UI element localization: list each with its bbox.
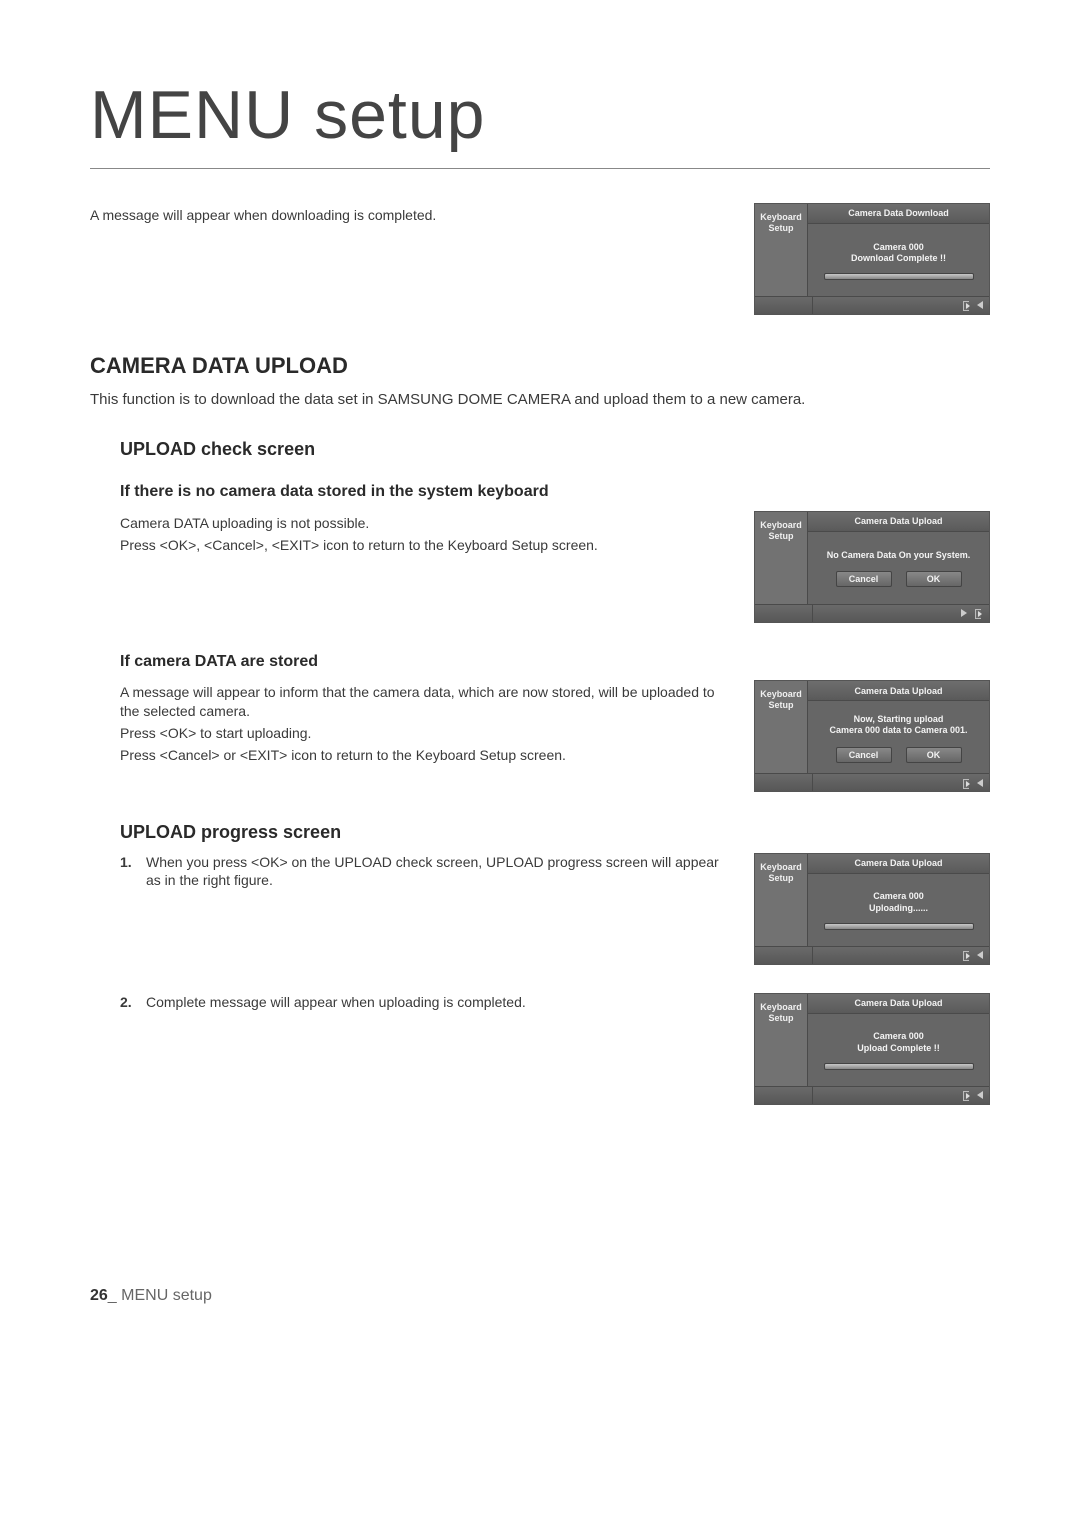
progress-step2-row: 2. Complete message will appear when upl…: [90, 993, 990, 1105]
data-stored-line: Press <Cancel> or <EXIT> icon to return …: [120, 746, 724, 765]
data-stored-row: A message will appear to inform that the…: [90, 680, 990, 792]
step-text: Complete message will appear when upload…: [146, 993, 526, 1012]
mini-progress-bar: [824, 1063, 974, 1070]
mini-sidebar-line: Setup: [759, 531, 803, 542]
data-stored-line: A message will appear to inform that the…: [120, 683, 724, 721]
mini-sidebar-line: Setup: [759, 873, 803, 884]
mini-footer: [755, 773, 989, 791]
arrow-left-icon[interactable]: [977, 301, 983, 309]
arrow-left-icon[interactable]: [977, 951, 983, 959]
mini-footer: [755, 946, 989, 964]
mini-footer: [755, 604, 989, 622]
mini-message: No Camera Data On your System.: [827, 550, 971, 562]
no-data-row: Camera DATA uploading is not possible. P…: [90, 511, 990, 623]
mini-sidebar-line: Keyboard: [759, 520, 803, 531]
step-item: 2. Complete message will appear when upl…: [120, 993, 724, 1012]
mini-upload-nodata: Keyboard Setup Camera Data Upload No Cam…: [754, 511, 990, 623]
mini-message-line: Camera 000: [851, 242, 946, 254]
footer-label: MENU setup: [121, 1287, 212, 1304]
mini-message-line: Uploading......: [869, 903, 928, 915]
mini-sidebar-line: Setup: [759, 223, 803, 234]
exit-icon[interactable]: [973, 608, 983, 618]
progress-step1-row: 1. When you press <OK> on the UPLOAD che…: [90, 853, 990, 965]
mini-sidebar: Keyboard Setup: [755, 204, 807, 296]
mini-sidebar-line: Keyboard: [759, 862, 803, 873]
no-data-line: Press <OK>, <Cancel>, <EXIT> icon to ret…: [120, 536, 724, 555]
mini-sidebar-line: Setup: [759, 1013, 803, 1024]
mini-sidebar-line: Keyboard: [759, 212, 803, 223]
data-stored-line: Press <OK> to start uploading.: [120, 724, 724, 743]
step-item: 1. When you press <OK> on the UPLOAD che…: [120, 853, 724, 891]
step-number: 1.: [120, 853, 138, 891]
download-complete-text: A message will appear when downloading i…: [90, 206, 724, 225]
ok-button[interactable]: OK: [906, 747, 962, 763]
mini-sidebar-line: Keyboard: [759, 1002, 803, 1013]
mini-sidebar: Keyboard Setup: [755, 854, 807, 946]
mini-message: Now, Starting upload Camera 000 data to …: [829, 714, 967, 737]
mini-message: Camera 000 Upload Complete !!: [857, 1031, 940, 1054]
mini-message-line: Camera 000: [869, 891, 928, 903]
page-title: MENU setup: [90, 70, 990, 169]
mini-footer: [755, 296, 989, 314]
mini-message-line: Camera 000: [857, 1031, 940, 1043]
mini-header: Camera Data Upload: [807, 512, 989, 532]
exit-icon[interactable]: [961, 300, 971, 310]
cancel-button[interactable]: Cancel: [836, 747, 892, 763]
arrow-right-icon[interactable]: [961, 609, 967, 617]
exit-icon[interactable]: [961, 950, 971, 960]
data-stored-heading: If camera DATA are stored: [120, 651, 990, 673]
mini-message-line: Download Complete !!: [851, 253, 946, 265]
mini-header: Camera Data Upload: [807, 681, 989, 701]
mini-download-complete: Keyboard Setup Camera Data Download Came…: [754, 203, 990, 315]
arrow-left-icon[interactable]: [977, 779, 983, 787]
mini-sidebar: Keyboard Setup: [755, 512, 807, 604]
download-complete-row: A message will appear when downloading i…: [90, 203, 990, 315]
mini-message-line: Now, Starting upload: [829, 714, 967, 726]
mini-footer: [755, 1086, 989, 1104]
upload-check-screen-heading: UPLOAD check screen: [120, 437, 990, 461]
exit-icon[interactable]: [961, 1090, 971, 1100]
mini-header: Camera Data Upload: [807, 994, 989, 1014]
upload-progress-heading: UPLOAD progress screen: [120, 820, 990, 844]
page-number: 26: [90, 1287, 108, 1304]
mini-progress-bar: [824, 273, 974, 280]
cancel-button[interactable]: Cancel: [836, 571, 892, 587]
mini-message: Camera 000 Uploading......: [869, 891, 928, 914]
mini-upload-complete: Keyboard Setup Camera Data Upload Camera…: [754, 993, 990, 1105]
page-footer: 26_ MENU setup: [90, 1285, 990, 1307]
upload-description: This function is to download the data se…: [90, 390, 990, 410]
no-data-heading: If there is no camera data stored in the…: [120, 481, 990, 503]
exit-icon[interactable]: [961, 778, 971, 788]
mini-upload-progress: Keyboard Setup Camera Data Upload Camera…: [754, 853, 990, 965]
ok-button[interactable]: OK: [906, 571, 962, 587]
step-text: When you press <OK> on the UPLOAD check …: [146, 853, 724, 891]
step-number: 2.: [120, 993, 138, 1012]
mini-upload-confirm: Keyboard Setup Camera Data Upload Now, S…: [754, 680, 990, 792]
mini-sidebar-line: Setup: [759, 700, 803, 711]
no-data-line: Camera DATA uploading is not possible.: [120, 514, 724, 533]
mini-sidebar: Keyboard Setup: [755, 681, 807, 773]
mini-message-line: Camera 000 data to Camera 001.: [829, 725, 967, 737]
footer-underscore: _: [108, 1287, 121, 1304]
mini-message: Camera 000 Download Complete !!: [851, 242, 946, 265]
arrow-left-icon[interactable]: [977, 1091, 983, 1099]
mini-message-line: Upload Complete !!: [857, 1043, 940, 1055]
camera-data-upload-heading: CAMERA DATA UPLOAD: [90, 351, 990, 381]
mini-header: Camera Data Download: [807, 204, 989, 224]
mini-sidebar: Keyboard Setup: [755, 994, 807, 1086]
mini-header: Camera Data Upload: [807, 854, 989, 874]
mini-progress-bar: [824, 923, 974, 930]
mini-sidebar-line: Keyboard: [759, 689, 803, 700]
